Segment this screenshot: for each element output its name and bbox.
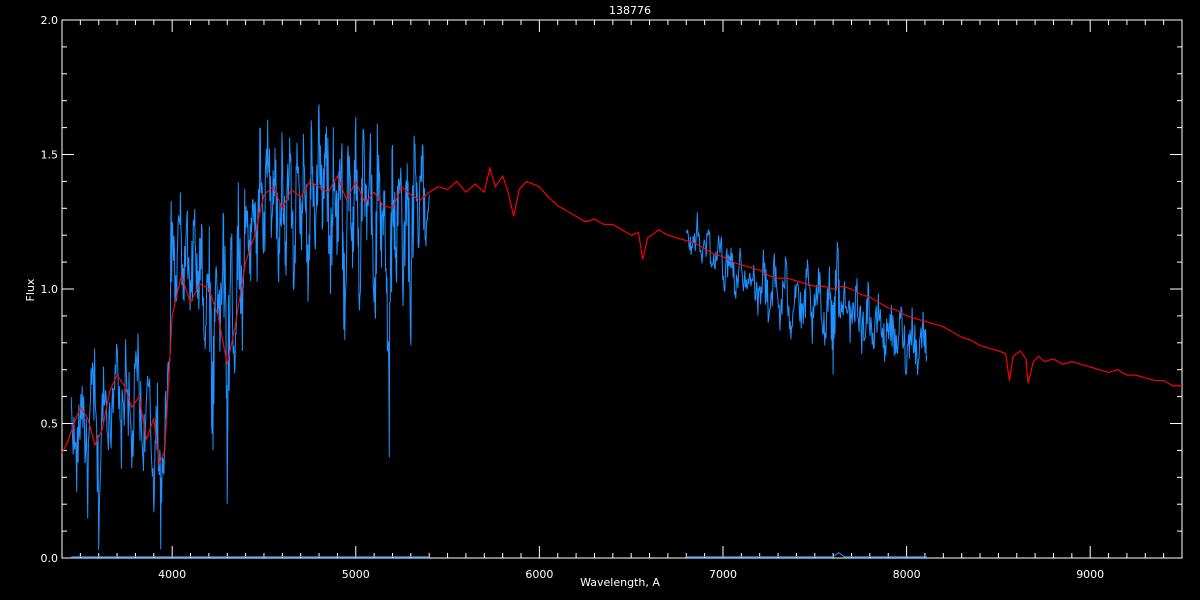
x-tick-label: 4000 bbox=[158, 568, 186, 581]
y-tick-label: 0.5 bbox=[41, 418, 59, 431]
x-tick-label: 8000 bbox=[893, 568, 921, 581]
x-axis-label: Wavelength, A bbox=[580, 576, 660, 589]
y-tick-label: 1.0 bbox=[41, 283, 59, 296]
x-tick-label: 9000 bbox=[1076, 568, 1104, 581]
x-tick-label: 7000 bbox=[709, 568, 737, 581]
y-axis-label: Flux bbox=[24, 278, 37, 301]
chart-title: 138776 bbox=[609, 4, 651, 17]
x-tick-label: 6000 bbox=[525, 568, 553, 581]
y-tick-label: 1.5 bbox=[41, 149, 59, 162]
y-tick-label: 0.0 bbox=[41, 552, 59, 565]
x-tick-label: 5000 bbox=[342, 568, 370, 581]
spectrum-chart: 138776 Wavelength, A Flux 4000 5000 6000 70… bbox=[0, 0, 1200, 600]
chart-background bbox=[0, 0, 1200, 600]
y-tick-label: 2.0 bbox=[41, 14, 59, 27]
